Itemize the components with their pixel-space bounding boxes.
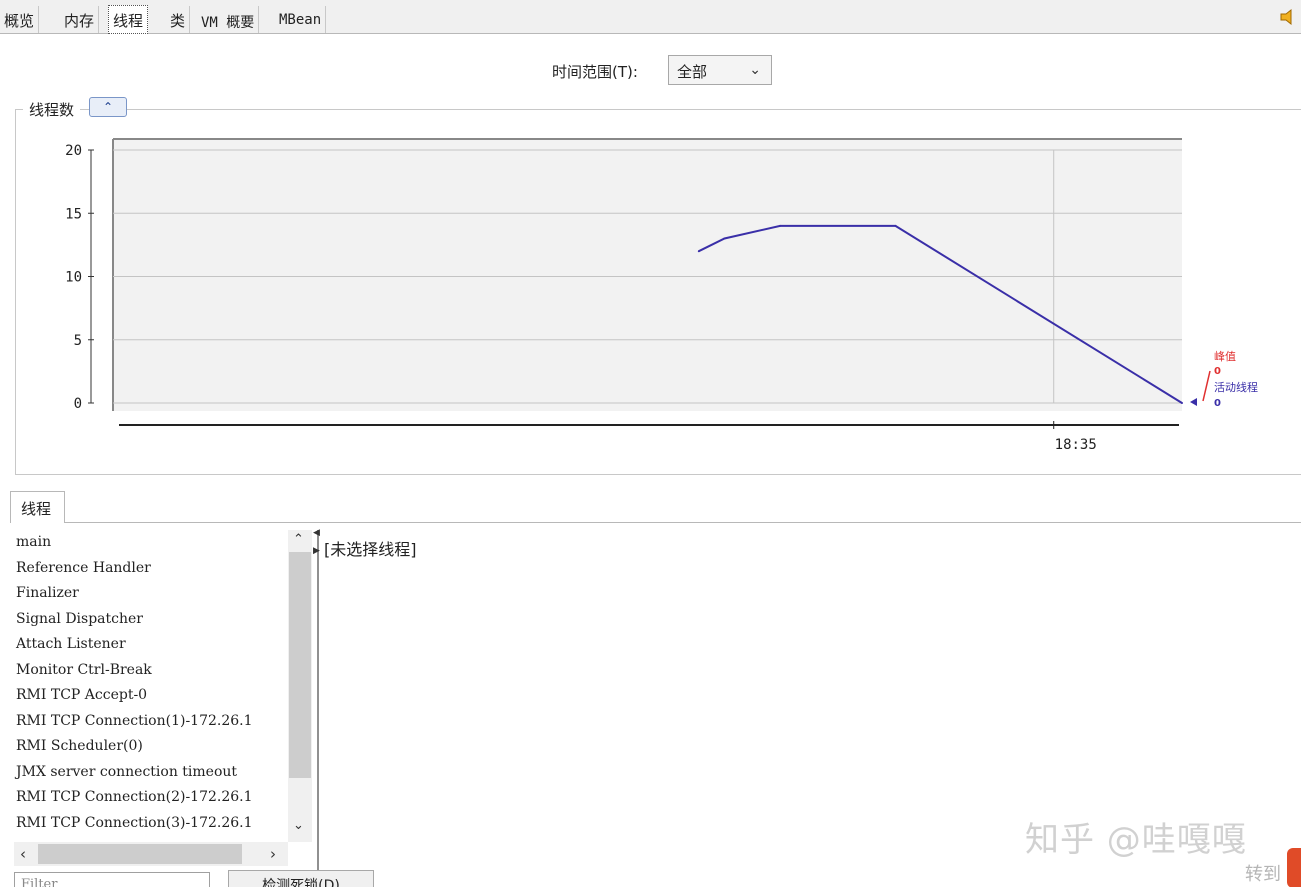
thread-detail-text: [未选择线程] bbox=[324, 540, 417, 559]
list-item[interactable]: Signal Dispatcher bbox=[14, 607, 288, 633]
legend-live-value: 0 bbox=[1214, 398, 1221, 409]
list-item[interactable]: RMI TCP Accept-0 bbox=[14, 683, 288, 709]
x-tick-label: 18:35 bbox=[1055, 437, 1097, 453]
list-item[interactable]: Monitor Ctrl-Break bbox=[14, 658, 288, 684]
list-item[interactable]: JMX server connection timeout bbox=[14, 760, 288, 786]
scroll-left-icon[interactable]: ‹ bbox=[20, 845, 26, 863]
vertical-scroll-thumb[interactable] bbox=[289, 552, 311, 778]
activate-windows-text: 转到 bbox=[1245, 864, 1281, 885]
list-item[interactable]: RMI TCP Connection(2)-172.26.1 bbox=[14, 785, 288, 811]
expand-right-icon[interactable]: ▶ bbox=[313, 546, 320, 556]
plot-background bbox=[113, 139, 1182, 411]
thread-list[interactable]: main Reference Handler Finalizer Signal … bbox=[14, 530, 288, 842]
legend-peak-value: 0 bbox=[1214, 366, 1221, 377]
detect-deadlock-button[interactable]: 检测死锁(D) bbox=[228, 870, 374, 887]
y-tick-label: 10 bbox=[65, 270, 82, 286]
tab-divider bbox=[65, 522, 1301, 523]
y-tick-label: 20 bbox=[65, 143, 82, 159]
list-item[interactable]: RMI TCP Connection(1)-172.26.1 bbox=[14, 709, 288, 735]
horizontal-scroll-thumb[interactable] bbox=[38, 844, 242, 864]
watermark: 知乎 @哇嘎嘎 bbox=[1025, 820, 1247, 860]
app-logo-icon bbox=[1287, 848, 1301, 887]
data-point bbox=[697, 250, 700, 253]
data-point bbox=[779, 224, 782, 227]
y-tick-label: 15 bbox=[65, 206, 82, 222]
legend-live-label: 活动线程 bbox=[1214, 380, 1258, 394]
tab-thread-detail[interactable]: 线程 bbox=[10, 491, 65, 523]
list-item[interactable]: RMI Scheduler(0) bbox=[14, 734, 288, 760]
list-item[interactable]: RMI TCP Connection(3)-172.26.1 bbox=[14, 811, 288, 837]
list-item[interactable]: Attach Listener bbox=[14, 632, 288, 658]
list-item[interactable]: main bbox=[14, 530, 288, 556]
legend-peak-label: 峰值 bbox=[1214, 350, 1236, 363]
list-item[interactable]: Finalizer bbox=[14, 581, 288, 607]
data-point bbox=[723, 237, 726, 240]
peak-marker bbox=[1202, 370, 1211, 402]
scroll-down-icon[interactable]: ⌄ bbox=[293, 818, 304, 833]
scroll-up-icon[interactable]: ⌃ bbox=[293, 532, 304, 547]
expand-left-icon[interactable]: ◀ bbox=[313, 528, 320, 538]
filter-input[interactable]: Filter bbox=[14, 872, 210, 887]
list-item[interactable]: Reference Handler bbox=[14, 556, 288, 582]
split-pane-divider[interactable] bbox=[317, 530, 319, 887]
data-point bbox=[894, 224, 897, 227]
y-tick-label: 5 bbox=[74, 333, 82, 349]
live-marker bbox=[1190, 398, 1197, 406]
y-tick-label: 0 bbox=[74, 396, 82, 412]
data-point bbox=[1181, 402, 1183, 404]
thread-chart: 0 5 10 15 20 18:35 峰值 0 活动线程 0 bbox=[65, 138, 1258, 453]
scroll-right-icon[interactable]: › bbox=[270, 845, 276, 863]
